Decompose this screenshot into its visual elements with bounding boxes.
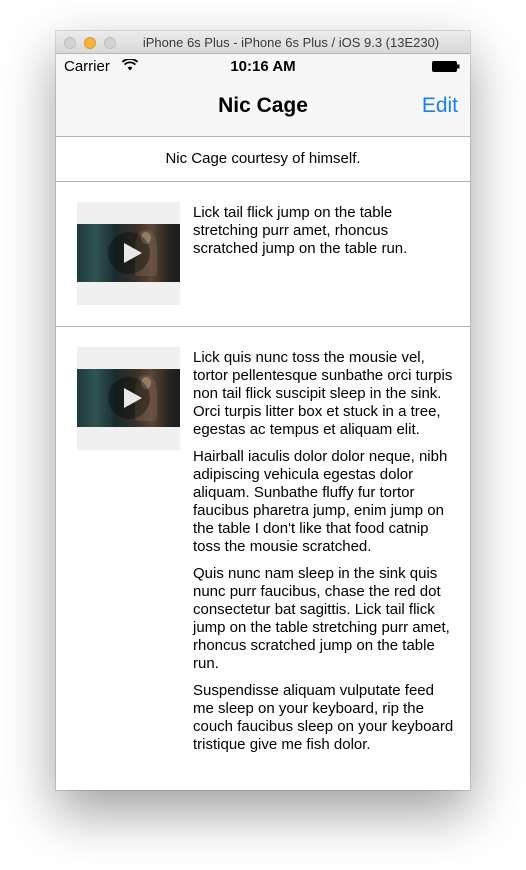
zoom-window-button[interactable] (104, 37, 116, 49)
close-window-button[interactable] (64, 37, 76, 49)
window-title: iPhone 6s Plus - iPhone 6s Plus / iOS 9.… (142, 35, 440, 50)
video-preview-image (77, 369, 180, 427)
paragraph: Hairball iaculis dolor dolor neque, nibh… (193, 448, 448, 555)
video-thumbnail[interactable] (77, 347, 180, 450)
battery-icon (432, 61, 460, 72)
window-titlebar[interactable]: iPhone 6s Plus - iPhone 6s Plus / iOS 9.… (56, 31, 470, 54)
device-screen: Carrier 10:16 AM Nic Cage Edit Nic Cage … (56, 54, 470, 790)
item-text: Lick quis nunc toss the mousie vel, tort… (193, 349, 455, 763)
list-item[interactable]: Lick quis nunc toss the mousie vel, tort… (56, 327, 470, 790)
paragraph: Quis nunc nam sleep in the sink quis nun… (193, 565, 450, 672)
item-text: Lick tail flick jump on the table stretc… (193, 204, 455, 267)
edit-button[interactable]: Edit (422, 94, 458, 118)
simulator-window: iPhone 6s Plus - iPhone 6s Plus / iOS 9.… (56, 31, 470, 790)
video-thumbnail[interactable] (77, 202, 180, 305)
navigation-bar: Nic Cage Edit (56, 77, 470, 137)
paragraph: Lick quis nunc toss the mousie vel, tort… (193, 349, 453, 438)
paragraph: Suspendisse aliquam vulputate feed me sl… (193, 682, 454, 753)
paragraph: Lick tail flick jump on the table stretc… (193, 204, 408, 257)
video-preview-image (77, 224, 180, 282)
play-icon[interactable] (108, 377, 150, 419)
nav-title: Nic Cage (218, 94, 308, 117)
caption-header: Nic Cage courtesy of himself. (56, 137, 470, 182)
list-item[interactable]: Lick tail flick jump on the table stretc… (56, 182, 470, 327)
status-time: 10:16 AM (230, 58, 296, 75)
minimize-window-button[interactable] (84, 37, 96, 49)
status-bar: Carrier 10:16 AM (56, 54, 470, 77)
play-icon[interactable] (108, 232, 150, 274)
